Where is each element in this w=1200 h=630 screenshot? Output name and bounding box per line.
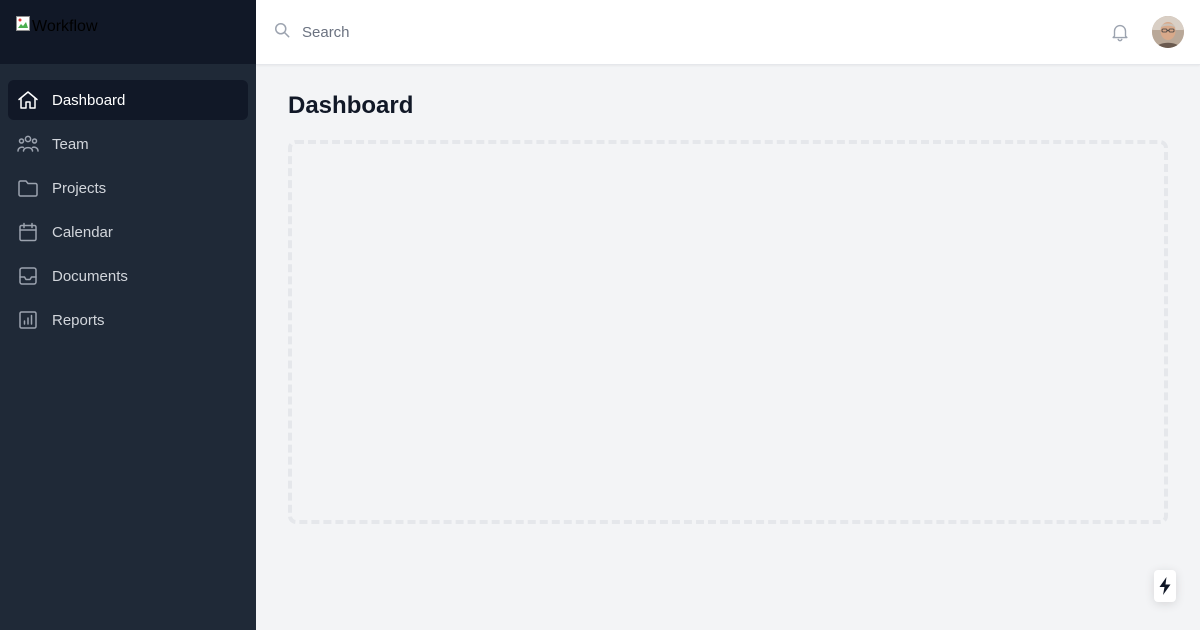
top-bar [256, 0, 1200, 65]
avatar-image [1152, 16, 1184, 48]
main-content: Dashboard [256, 65, 1200, 630]
search-input[interactable] [302, 12, 902, 52]
sidebar-brand: Workflow [0, 0, 256, 64]
sidebar-item-reports[interactable]: Reports [8, 300, 248, 340]
broken-image-icon [16, 16, 32, 32]
search-icon [272, 20, 292, 45]
brand-logo-alt-text: Workflow [32, 18, 98, 35]
top-actions [1108, 16, 1200, 48]
sidebar-item-team[interactable]: Team [8, 124, 248, 164]
home-icon [16, 88, 40, 112]
content-placeholder [288, 140, 1168, 524]
search-bar [256, 0, 1108, 64]
sidebar-item-label: Team [52, 135, 89, 153]
sidebar-item-documents[interactable]: Documents [8, 256, 248, 296]
inbox-icon [16, 264, 40, 288]
sidebar-item-projects[interactable]: Projects [8, 168, 248, 208]
chart-bar-icon [16, 308, 40, 332]
sidebar-item-label: Documents [52, 267, 128, 285]
sidebar-item-label: Reports [52, 311, 105, 329]
calendar-icon [16, 220, 40, 244]
sidebar-nav: Dashboard Team Projects Calendar Documen… [0, 64, 256, 360]
sidebar-item-label: Calendar [52, 223, 113, 241]
user-avatar[interactable] [1152, 16, 1184, 48]
page-title: Dashboard [288, 92, 414, 119]
sidebar-item-label: Dashboard [52, 91, 126, 109]
sidebar-item-dashboard[interactable]: Dashboard [8, 80, 248, 120]
lightning-bolt-icon [1159, 577, 1171, 595]
notifications-button[interactable] [1108, 20, 1132, 44]
users-icon [16, 132, 40, 156]
bell-icon [1112, 24, 1128, 42]
folder-icon [16, 176, 40, 200]
brand-logo[interactable]: Workflow [16, 16, 240, 35]
sidebar-item-label: Projects [52, 179, 107, 197]
quick-action-button[interactable] [1154, 570, 1176, 602]
sidebar: Workflow Dashboard Team Projects Calenda… [0, 0, 256, 630]
sidebar-item-calendar[interactable]: Calendar [8, 212, 248, 252]
